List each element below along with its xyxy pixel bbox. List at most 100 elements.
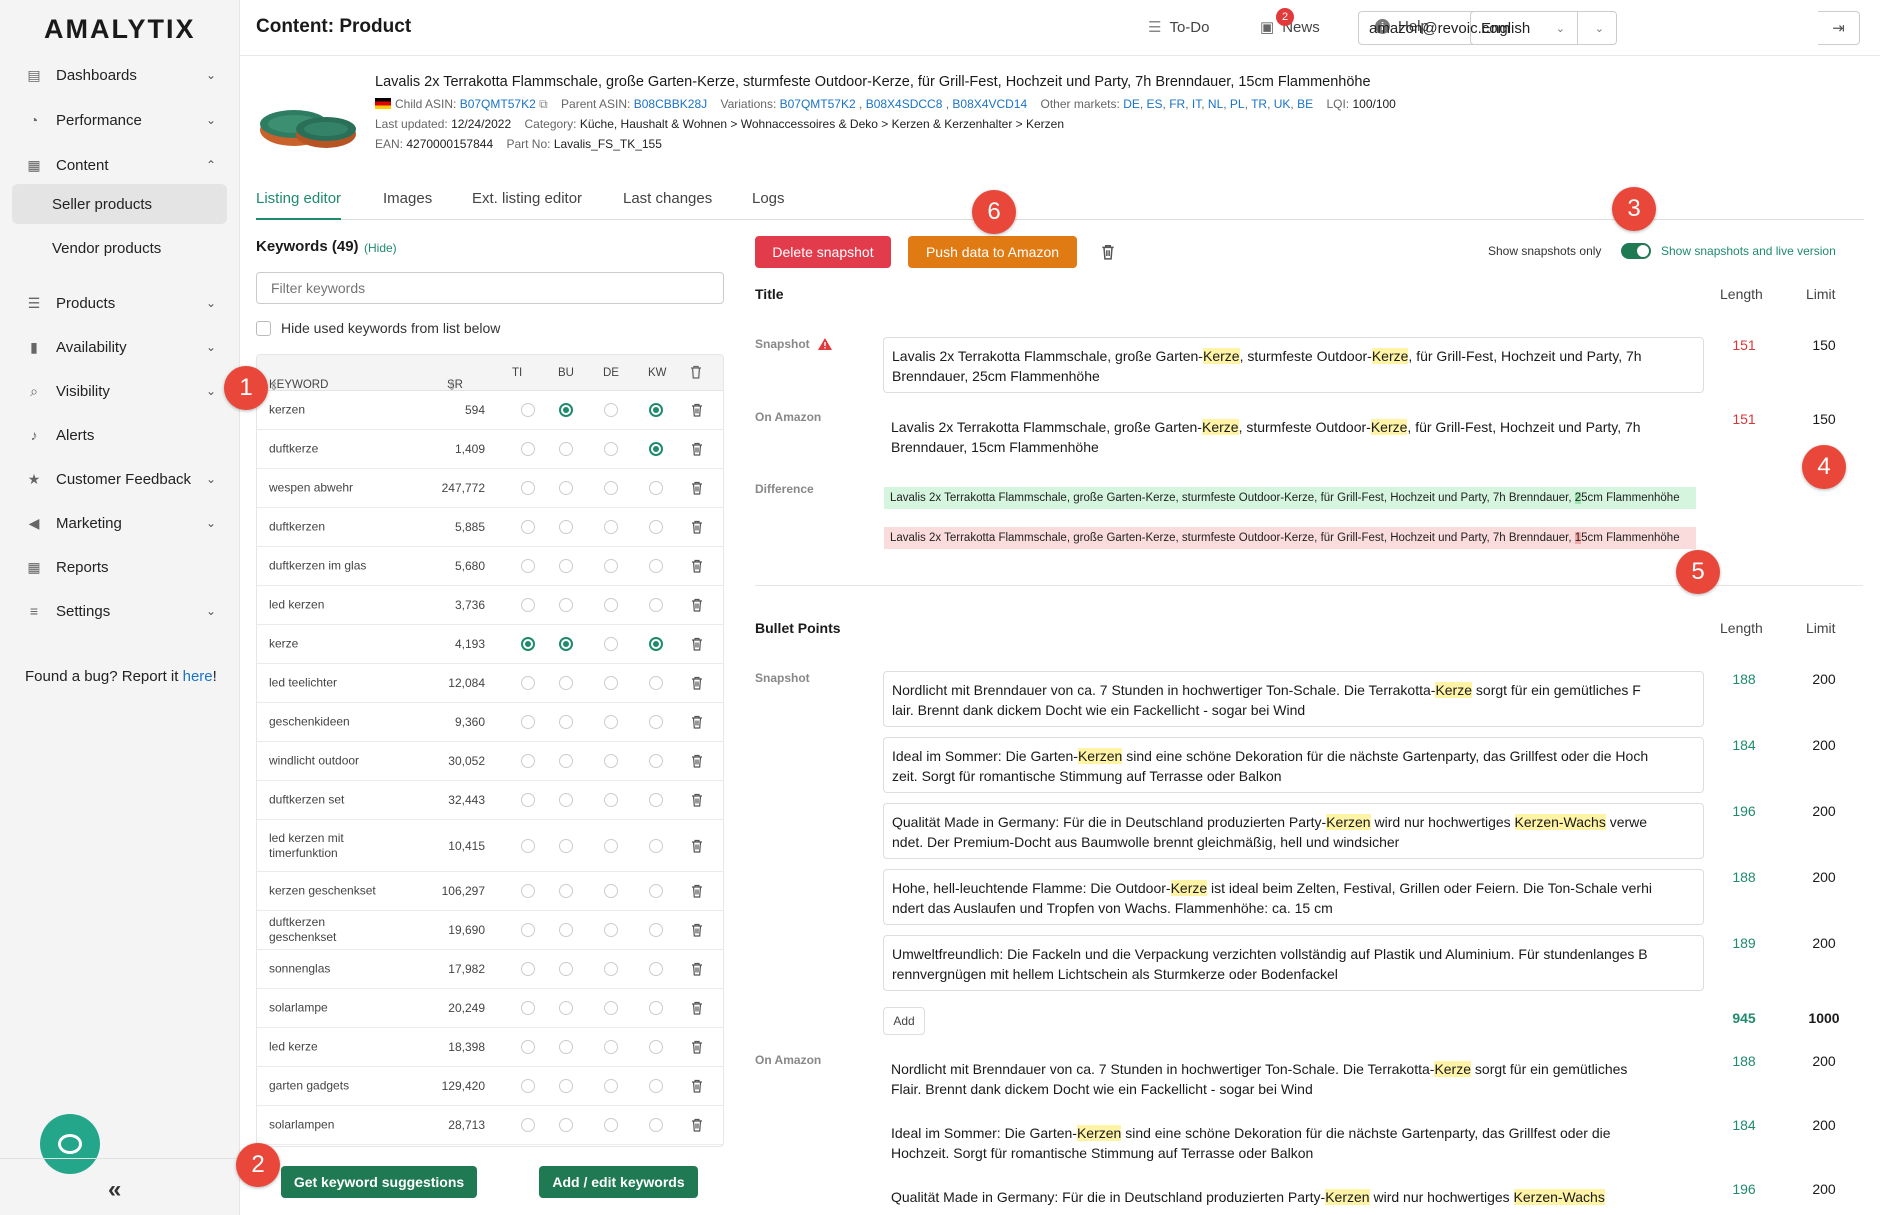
- keyword-kw-radio[interactable]: [649, 1079, 663, 1093]
- keyword-bu-radio[interactable]: [559, 715, 573, 729]
- sidebar-item-content[interactable]: ▦ Content ⌃: [12, 145, 230, 185]
- keyword-kw-radio[interactable]: [649, 481, 663, 495]
- keyword-ti-radio[interactable]: [521, 923, 535, 937]
- trash-icon[interactable]: [691, 715, 703, 729]
- push-data-button[interactable]: Push data to Amazon: [908, 236, 1077, 268]
- variation-link[interactable]: B07QMT57K2: [780, 97, 856, 111]
- logout-button[interactable]: ⇥: [1818, 11, 1860, 45]
- keyword-de-radio[interactable]: [604, 520, 618, 534]
- keyword-bu-radio[interactable]: [559, 403, 573, 417]
- keyword-ti-radio[interactable]: [521, 754, 535, 768]
- account-select[interactable]: amazon@revoic.com ⌄: [1358, 11, 1578, 45]
- keyword-de-radio[interactable]: [604, 838, 618, 853]
- keyword-bu-radio[interactable]: [559, 1118, 573, 1132]
- trash-icon[interactable]: [691, 1118, 703, 1132]
- keyword-ti-radio[interactable]: [521, 403, 535, 417]
- keyword-ti-radio[interactable]: [521, 598, 535, 612]
- external-link-icon[interactable]: ⧉: [539, 97, 548, 111]
- keyword-de-radio[interactable]: [604, 884, 618, 898]
- trash-icon[interactable]: [691, 520, 703, 534]
- variation-link[interactable]: B08X4SDCC8: [866, 97, 943, 111]
- market-link[interactable]: TR: [1251, 97, 1267, 111]
- keyword-de-radio[interactable]: [604, 637, 618, 651]
- sidebar-item-products[interactable]: ☰ Products ⌄: [12, 283, 230, 323]
- keyword-ti-radio[interactable]: [521, 442, 535, 456]
- keyword-kw-radio[interactable]: [649, 1118, 663, 1132]
- sidebar-item-customer-feedback[interactable]: ★ Customer Feedback ⌄: [12, 459, 230, 499]
- keyword-kw-radio[interactable]: [649, 559, 663, 573]
- keyword-ti-radio[interactable]: [521, 637, 535, 651]
- keyword-ti-radio[interactable]: [521, 1079, 535, 1093]
- keyword-de-radio[interactable]: [604, 442, 618, 456]
- tab-logs[interactable]: Logs: [752, 190, 785, 220]
- trash-icon[interactable]: [691, 754, 703, 768]
- keyword-bu-radio[interactable]: [559, 838, 573, 853]
- trash-icon[interactable]: [691, 403, 703, 417]
- keyword-kw-radio[interactable]: [649, 1040, 663, 1054]
- keyword-kw-radio[interactable]: [649, 715, 663, 729]
- add-bullet-button[interactable]: Add: [883, 1007, 925, 1035]
- tab-ext-listing-editor[interactable]: Ext. listing editor: [472, 190, 582, 220]
- keyword-kw-radio[interactable]: [649, 520, 663, 534]
- trash-icon[interactable]: [691, 884, 703, 898]
- keyword-de-radio[interactable]: [604, 1040, 618, 1054]
- title-snapshot-field[interactable]: Lavalis 2x Terrakotta Flammschale, große…: [883, 337, 1704, 393]
- keyword-kw-radio[interactable]: [649, 1001, 663, 1015]
- trash-icon[interactable]: [691, 1040, 703, 1054]
- market-link[interactable]: BE: [1297, 97, 1313, 111]
- keyword-bu-radio[interactable]: [559, 884, 573, 898]
- keyword-kw-radio[interactable]: [649, 676, 663, 690]
- keyword-de-radio[interactable]: [604, 598, 618, 612]
- keyword-bu-radio[interactable]: [559, 1001, 573, 1015]
- keyword-bu-radio[interactable]: [559, 1079, 573, 1093]
- keyword-de-radio[interactable]: [604, 481, 618, 495]
- keyword-de-radio[interactable]: [604, 1118, 618, 1132]
- tab-listing-editor[interactable]: Listing editor: [256, 190, 342, 220]
- keyword-kw-radio[interactable]: [649, 637, 663, 651]
- sidebar-subitem-vendor-products[interactable]: Vendor products: [12, 228, 227, 268]
- trash-icon[interactable]: [691, 559, 703, 573]
- trash-icon[interactable]: [691, 1079, 703, 1093]
- trash-icon[interactable]: [691, 481, 703, 495]
- keyword-bu-radio[interactable]: [559, 676, 573, 690]
- keyword-ti-radio[interactable]: [521, 1001, 535, 1015]
- sidebar-item-alerts[interactable]: ♪ Alerts: [12, 415, 230, 455]
- keyword-bu-radio[interactable]: [559, 923, 573, 937]
- bullet-snapshot-field-2[interactable]: Ideal im Sommer: Die Garten-Kerzen sind …: [883, 737, 1704, 793]
- delete-snapshot-button[interactable]: Delete snapshot: [755, 236, 891, 268]
- keyword-ti-radio[interactable]: [521, 838, 535, 853]
- keyword-kw-radio[interactable]: [649, 754, 663, 768]
- keyword-ti-radio[interactable]: [521, 676, 535, 690]
- sidebar-item-performance[interactable]: ◔ Performance ⌄: [12, 100, 230, 140]
- trash-icon[interactable]: [691, 839, 703, 853]
- keyword-bu-radio[interactable]: [559, 520, 573, 534]
- hide-used-keywords-option[interactable]: Hide used keywords from list below: [256, 320, 500, 336]
- bullet-snapshot-field-5[interactable]: Umweltfreundlich: Die Fackeln und die Ve…: [883, 935, 1704, 991]
- sidebar-item-availability[interactable]: ▮ Availability ⌄: [12, 327, 230, 367]
- keyword-kw-radio[interactable]: [649, 793, 663, 807]
- keyword-de-radio[interactable]: [604, 754, 618, 768]
- keyword-ti-radio[interactable]: [521, 520, 535, 534]
- keyword-de-radio[interactable]: [604, 403, 618, 417]
- keyword-de-radio[interactable]: [604, 715, 618, 729]
- keyword-bu-radio[interactable]: [559, 598, 573, 612]
- sidebar-item-reports[interactable]: ▦ Reports: [12, 547, 230, 587]
- keyword-bu-radio[interactable]: [559, 442, 573, 456]
- keyword-ti-radio[interactable]: [521, 481, 535, 495]
- keyword-kw-radio[interactable]: [649, 838, 663, 853]
- trash-icon[interactable]: [691, 442, 703, 456]
- market-link[interactable]: UK: [1274, 97, 1291, 111]
- keyword-de-radio[interactable]: [604, 676, 618, 690]
- market-link[interactable]: DE: [1123, 97, 1140, 111]
- trash-icon[interactable]: [1101, 244, 1115, 260]
- market-link[interactable]: FR: [1169, 97, 1185, 111]
- child-asin-link[interactable]: B07QMT57K2: [460, 97, 536, 111]
- trash-icon[interactable]: [691, 962, 703, 976]
- keyword-ti-radio[interactable]: [521, 793, 535, 807]
- sidebar-item-visibility[interactable]: ⌕ Visibility ⌄: [12, 371, 230, 411]
- trash-icon[interactable]: [691, 793, 703, 807]
- keyword-ti-radio[interactable]: [521, 1118, 535, 1132]
- add-edit-keywords-button[interactable]: Add / edit keywords: [539, 1166, 698, 1198]
- bullet-snapshot-field-4[interactable]: Hohe, hell-leuchtende Flamme: Die Outdoo…: [883, 869, 1704, 925]
- bullet-snapshot-field-3[interactable]: Qualität Made in Germany: Für die in Deu…: [883, 803, 1704, 859]
